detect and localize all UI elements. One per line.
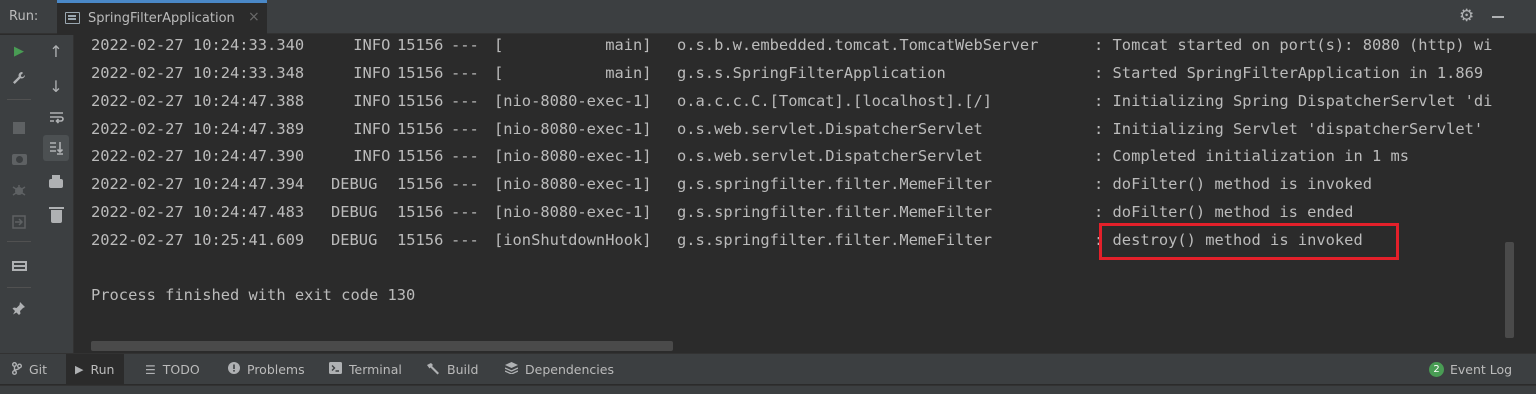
pin-icon[interactable] bbox=[8, 297, 30, 319]
log-line: 2022-02-27 10:24:47.390 INFO 15156 --- [nio… bbox=[91, 147, 1410, 165]
tab-spring-filter-application[interactable]: SpringFilterApplication × bbox=[57, 0, 267, 34]
run-tool-window-header: Run: SpringFilterApplication × ⚙ bbox=[0, 0, 1536, 34]
tab-dependencies[interactable]: Dependencies bbox=[504, 354, 614, 385]
run-label: Run: bbox=[9, 9, 39, 24]
log-line: 2022-02-27 10:24:47.389 INFO 15156 --- [nio… bbox=[91, 120, 1484, 138]
horizontal-scrollbar[interactable] bbox=[91, 341, 673, 351]
git-branch-icon bbox=[12, 361, 22, 378]
tab-build[interactable]: Build bbox=[426, 354, 478, 385]
minimize-icon[interactable] bbox=[1492, 16, 1504, 18]
run-toolbar: ▶ ↑ ↓ bbox=[0, 35, 74, 353]
debug-icon[interactable] bbox=[8, 179, 30, 201]
rerun-icon[interactable]: ▶ bbox=[8, 40, 30, 62]
tab-label: Dependencies bbox=[525, 362, 614, 377]
soft-wrap-icon[interactable] bbox=[45, 107, 67, 129]
tab-todo[interactable]: ☰ TODO bbox=[145, 354, 200, 385]
terminal-icon bbox=[329, 362, 342, 377]
run-tab-title: SpringFilterApplication bbox=[88, 11, 235, 26]
console-tab-icon bbox=[65, 12, 80, 24]
camera-icon[interactable] bbox=[8, 148, 30, 170]
print-icon[interactable] bbox=[45, 172, 67, 194]
highlight-box bbox=[1099, 223, 1399, 260]
tab-label: Terminal bbox=[349, 362, 402, 377]
gear-icon[interactable]: ⚙ bbox=[1459, 6, 1474, 26]
problems-icon bbox=[228, 362, 240, 377]
wrench-icon[interactable] bbox=[8, 67, 30, 89]
tab-terminal[interactable]: Terminal bbox=[329, 354, 402, 385]
vertical-scrollbar[interactable] bbox=[1505, 242, 1514, 338]
log-line: 2022-02-27 10:24:47.388 INFO 15156 --- [nio… bbox=[91, 92, 1493, 110]
up-arrow-icon[interactable]: ↑ bbox=[45, 40, 67, 62]
trash-icon[interactable] bbox=[45, 205, 67, 227]
event-log-label: Event Log bbox=[1450, 362, 1513, 377]
tool-window-bar: Git ▶ Run ☰ TODO Problems Terminal Build… bbox=[0, 353, 1536, 385]
run-icon: ▶ bbox=[75, 363, 84, 376]
dependencies-icon bbox=[504, 362, 519, 377]
exit-icon[interactable] bbox=[8, 211, 30, 233]
tab-label: Run bbox=[90, 362, 115, 377]
down-arrow-icon[interactable]: ↓ bbox=[45, 75, 67, 97]
console-output[interactable]: 2022-02-27 10:24:33.340 INFO 15156 ---[ ma… bbox=[75, 35, 1536, 353]
scroll-to-end-icon[interactable] bbox=[43, 135, 69, 161]
close-icon[interactable]: × bbox=[248, 9, 260, 25]
tab-label: Build bbox=[447, 362, 479, 377]
status-bar bbox=[0, 385, 1536, 394]
log-line: 2022-02-27 10:24:47.483 DEBUG 15156 --- [nio… bbox=[91, 203, 1354, 221]
tab-label: Problems bbox=[247, 362, 305, 377]
toolbar-separator bbox=[7, 287, 31, 288]
tab-git[interactable]: Git bbox=[10, 354, 53, 385]
todo-list-icon: ☰ bbox=[145, 362, 156, 377]
event-log-button[interactable]: 2 Event Log bbox=[1429, 354, 1512, 385]
exit-message: Process finished with exit code 130 bbox=[91, 286, 416, 304]
tab-label: TODO bbox=[162, 362, 200, 377]
toolbar-separator bbox=[7, 99, 31, 100]
event-count-badge: 2 bbox=[1429, 362, 1444, 377]
log-line: 2022-02-27 10:25:41.609 DEBUG 15156 --- [ion… bbox=[91, 231, 1363, 249]
log-line: 2022-02-27 10:24:33.348 INFO 15156 ---[ ma… bbox=[91, 64, 1484, 82]
layout-icon[interactable] bbox=[8, 255, 30, 277]
log-line: 2022-02-27 10:24:47.394 DEBUG 15156 --- [nio… bbox=[91, 175, 1372, 193]
tab-problems[interactable]: Problems bbox=[228, 354, 305, 385]
log-line: 2022-02-27 10:24:33.340 INFO 15156 ---[ ma… bbox=[91, 36, 1493, 54]
toolbar-separator bbox=[7, 241, 31, 242]
tab-label: Git bbox=[29, 362, 48, 377]
stop-icon[interactable] bbox=[8, 117, 30, 139]
tab-run[interactable]: ▶ Run bbox=[66, 354, 125, 385]
build-hammer-icon bbox=[426, 362, 440, 378]
